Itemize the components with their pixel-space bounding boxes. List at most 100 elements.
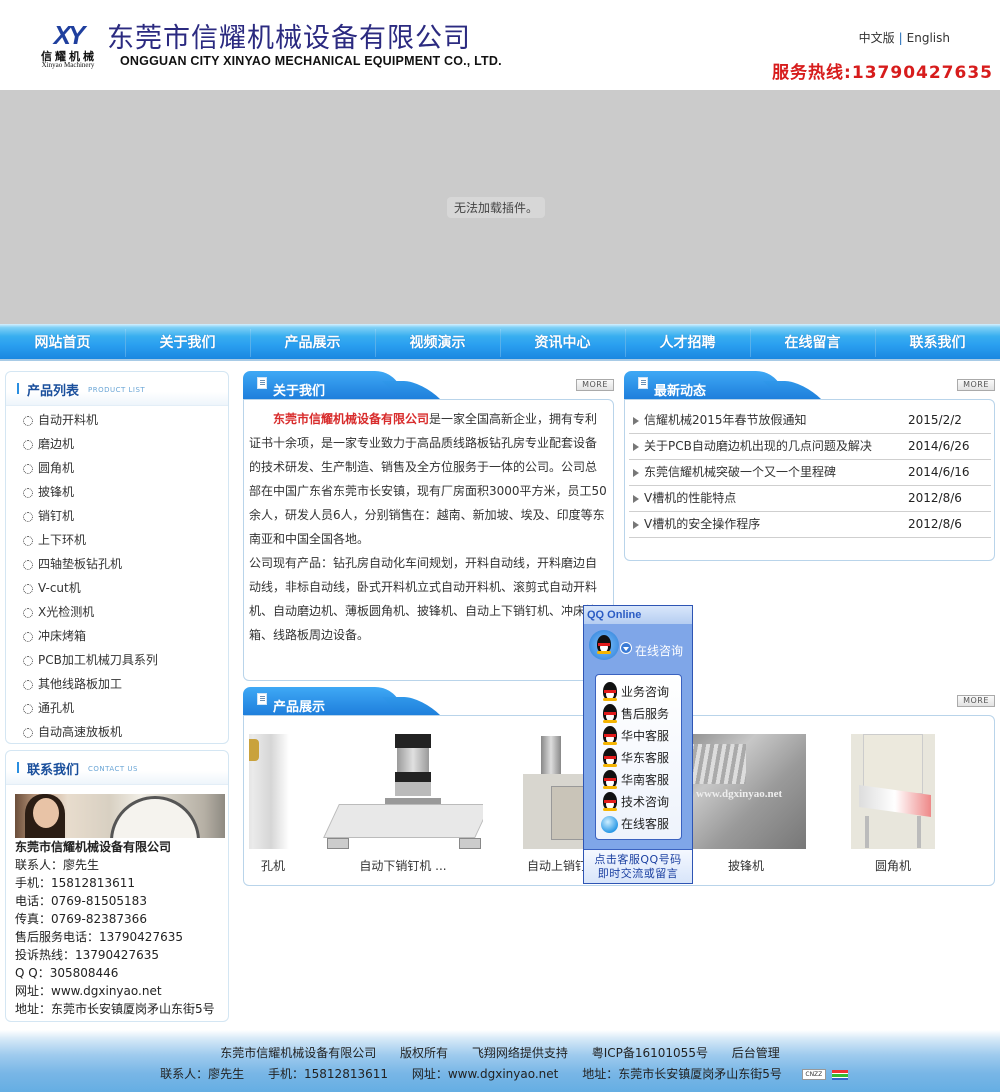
product-category-item[interactable]: V-cut机	[6, 576, 228, 600]
nav-jobs[interactable]: 人才招聘	[625, 324, 750, 359]
clock-image	[110, 796, 200, 838]
contact-photo	[15, 794, 225, 838]
product-category-item[interactable]: 披锋机	[6, 480, 228, 504]
nav-contact[interactable]: 联系我们	[875, 324, 1000, 359]
about-panel: 关于我们 MORE 东莞市信耀机械设备有限公司是一家全国高新企业，拥有专利证书十…	[243, 371, 614, 681]
contact-mobile: 手机：15812813611	[15, 876, 135, 890]
contact-panel: 联系我们 CONTACT US 东莞市信耀机械设备有限公司 联系人：廖先生 手机…	[5, 750, 229, 1022]
nav-home[interactable]: 网站首页	[0, 324, 125, 359]
footer-admin-link[interactable]: 后台管理	[732, 1046, 780, 1060]
about-para-1-text: 是一家全国高新企业，拥有专利证书十余项，是一家专业致力于高品质线路板钻孔房专业配…	[249, 412, 607, 546]
news-item-date: 2012/8/6	[908, 491, 962, 505]
news-item-date: 2012/8/6	[908, 517, 962, 531]
about-company-highlight: 东莞市信耀机械设备有限公司	[273, 412, 430, 426]
footer-website[interactable]: 网址：www.dgxinyao.net	[412, 1067, 559, 1081]
news-item[interactable]: 关于PCB自动磨边机出现的几点问题及解决 2014/6/26	[629, 434, 991, 460]
contact-complaint: 投诉热线：13790427635	[15, 948, 159, 962]
qq-contact-list: 业务咨询 售后服务 华中客服 华东客服 华南客服 技术咨询 在线客服	[595, 674, 682, 840]
site-header: XY 信耀机械 Xinyao Machinery 东莞市信耀机械设备有限公司 O…	[0, 0, 1000, 90]
qq-penguin-icon	[601, 748, 619, 768]
product-card[interactable]: 圆角机	[851, 734, 935, 874]
document-icon	[257, 693, 267, 705]
qq-contact-label: 售后服务	[621, 707, 670, 721]
footer-support-link[interactable]: 飞翔网络提供支持	[472, 1046, 568, 1060]
site-footer: 东莞市信耀机械设备有限公司 版权所有 飞翔网络提供支持 粤ICP备1610105…	[0, 1030, 1000, 1092]
qq-contact-south[interactable]: 华南客服	[596, 769, 681, 791]
product-category-item[interactable]: 其他线路板加工	[6, 672, 228, 696]
product-category-item[interactable]: 通孔机	[6, 696, 228, 720]
product-image: www.dgxinyao.net	[686, 734, 806, 849]
product-card[interactable]: www.dgxinyao.net 披锋机	[686, 734, 806, 874]
company-name-en: ONGGUAN CITY XINYAO MECHANICAL EQUIPMENT…	[120, 54, 502, 68]
nav-products[interactable]: 产品展示	[250, 324, 375, 359]
contact-qq: Q Q：305808446	[15, 966, 119, 980]
product-list-subtitle: PRODUCT LIST	[88, 386, 146, 394]
product-caption: 孔机	[260, 859, 285, 873]
person-face	[33, 798, 59, 828]
logo-mark: XY	[53, 20, 86, 50]
product-category-item[interactable]: 四轴垫板钻孔机	[6, 552, 228, 576]
product-list-header: 产品列表 PRODUCT LIST	[6, 372, 228, 406]
qq-online-widget: QQ Online 在线咨询 业务咨询 售后服务 华中客服 华东客服 华南客服 …	[583, 605, 693, 884]
qq-widget-footer[interactable]: 点击客服QQ号码 即时交流或留言	[584, 849, 692, 883]
qq-contact-label: 业务咨询	[621, 685, 670, 699]
product-category-item[interactable]: 磨边机	[6, 432, 228, 456]
qq-penguin-icon	[601, 726, 619, 746]
lang-chinese-link[interactable]: 中文版	[859, 31, 895, 45]
news-item[interactable]: V槽机的安全操作程序 2012/8/6	[629, 512, 991, 538]
chevron-down-icon[interactable]	[620, 642, 632, 654]
product-category-item[interactable]: 自动高速放板机	[6, 720, 228, 744]
product-category-item[interactable]: 销钉机	[6, 504, 228, 528]
document-icon	[257, 377, 267, 389]
footer-address: 地址：东莞市长安镇厦岗矛山东街5号	[582, 1067, 782, 1081]
company-logo[interactable]: XY 信耀机械 Xinyao Machinery	[32, 22, 104, 72]
product-category-item[interactable]: 上下环机	[6, 528, 228, 552]
product-card[interactable]: 自动下销钉机 ...	[323, 734, 483, 874]
product-category-item[interactable]: 自动开料机	[6, 408, 228, 432]
product-category-item[interactable]: X光检测机	[6, 600, 228, 624]
nav-message[interactable]: 在线留言	[750, 324, 875, 359]
product-category-item[interactable]: 圆角机	[6, 456, 228, 480]
about-more-button[interactable]: MORE	[576, 379, 614, 391]
banner-plugin-area: 无法加载插件。	[0, 90, 1000, 324]
nav-about[interactable]: 关于我们	[125, 324, 250, 359]
news-item-title: 信耀机械2015年春节放假通知	[644, 413, 807, 427]
contact-header: 联系我们 CONTACT US	[6, 751, 228, 785]
news-item[interactable]: 信耀机械2015年春节放假通知 2015/2/2	[629, 408, 991, 434]
contact-aftersales: 售后服务电话：13790427635	[15, 930, 183, 944]
news-item[interactable]: 东莞信耀机械突破一个又一个里程碑 2014/6/16	[629, 460, 991, 486]
nav-video[interactable]: 视频演示	[375, 324, 500, 359]
product-image	[249, 734, 289, 849]
footer-line-1: 东莞市信耀机械设备有限公司 版权所有 飞翔网络提供支持 粤ICP备1610105…	[0, 1044, 1000, 1061]
about-para-2: 公司现有产品：钻孔房自动化车间规划，开料自动线，开料磨边自动线，非标自动线，卧式…	[249, 556, 598, 642]
qq-contact-label: 技术咨询	[621, 795, 670, 809]
cnzz-stats-badge[interactable]: CNZZ	[792, 1068, 848, 1081]
contact-title: 联系我们	[27, 763, 80, 778]
lang-english-link[interactable]: English	[907, 31, 950, 45]
product-category-item[interactable]: PCB加工机械刀具系列	[6, 648, 228, 672]
qq-contact-central[interactable]: 华中客服	[596, 725, 681, 747]
about-body: 东莞市信耀机械设备有限公司是一家全国高新企业，拥有专利证书十余项，是一家专业致力…	[243, 399, 614, 681]
product-card[interactable]: 孔机	[249, 734, 289, 874]
product-caption: 披锋机	[727, 859, 764, 873]
contact-website[interactable]: 网址：www.dgxinyao.net	[15, 982, 228, 1000]
contact-subtitle: CONTACT US	[88, 765, 138, 773]
products-more-button[interactable]: MORE	[957, 695, 995, 707]
qq-contact-tech[interactable]: 技术咨询	[596, 791, 681, 813]
qq-contact-east[interactable]: 华东客服	[596, 747, 681, 769]
qq-online-service[interactable]: 在线客服	[596, 813, 681, 835]
news-body: 信耀机械2015年春节放假通知 2015/2/2 关于PCB自动磨边机出现的几点问…	[624, 399, 995, 561]
news-item-date: 2014/6/16	[908, 465, 970, 479]
nav-news[interactable]: 资讯中心	[500, 324, 625, 359]
qq-contact-business[interactable]: 业务咨询	[596, 681, 681, 703]
service-hotline: 服务热线:13790427635	[772, 58, 993, 83]
news-more-button[interactable]: MORE	[957, 379, 995, 391]
footer-company: 东莞市信耀机械设备有限公司	[220, 1046, 377, 1060]
product-category-item[interactable]: 冲床烤箱	[6, 624, 228, 648]
watermark-text: www.dgxinyao.net	[696, 788, 783, 800]
qq-penguin-icon	[601, 792, 619, 812]
product-image	[323, 734, 483, 849]
news-item[interactable]: V槽机的性能特点 2012/8/6	[629, 486, 991, 512]
qq-contact-aftersales[interactable]: 售后服务	[596, 703, 681, 725]
footer-icp-link[interactable]: 粤ICP备16101055号	[592, 1046, 708, 1060]
